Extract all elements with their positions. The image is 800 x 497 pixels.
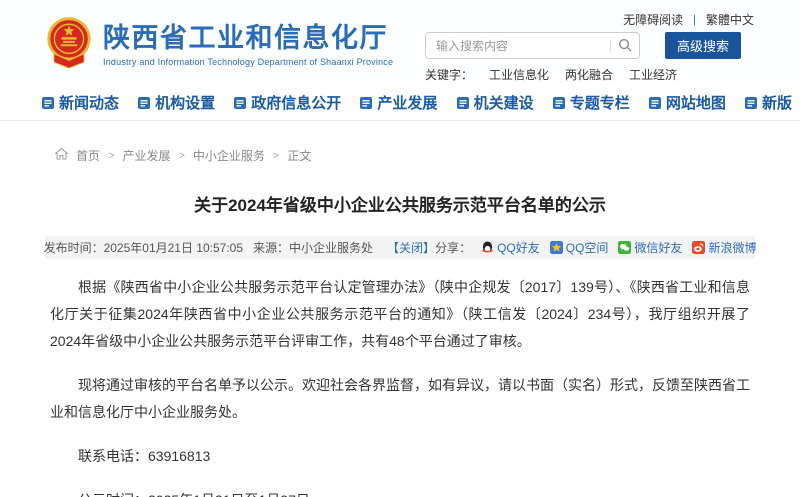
publish-time-label: 发布时间： [44,239,104,256]
nav-item-gov-info[interactable]: 政府信息公开 [234,92,341,113]
share-qzone[interactable]: QQ空间 [550,239,609,256]
accessibility-link[interactable]: 无障碍阅读 [623,11,683,28]
toplink-separator: | [693,14,696,26]
content-card: 首页 > 产业发展 > 中小企业服务 > 正文 关于2024年省级中小企业公共服… [30,129,770,497]
share-label: 分享： [435,239,471,256]
breadcrumb-separator: > [108,150,114,162]
share-qq-friends[interactable]: QQ好友 [481,239,540,256]
site-subtitle: Industry and Information Technology Depa… [103,57,393,67]
news-icon [42,97,54,109]
share-wechat[interactable]: 微信好友 [618,239,682,256]
nav-item-industry[interactable]: 产业发展 [360,92,437,113]
organization-icon [138,97,150,109]
share-label-text: 微信好友 [634,239,682,256]
gov-info-icon [234,97,246,109]
nav-item-organization[interactable]: 机构设置 [138,92,215,113]
nav-label: 机关建设 [474,92,534,113]
nav-item-newsite[interactable]: 新版 [745,92,792,113]
breadcrumb-current: 正文 [287,147,311,164]
article-paragraph-phone: 联系电话：63916813 [50,443,750,470]
top-utility-links: 无障碍阅读 | 繁體中文 [623,11,754,28]
article-title: 关于2024年省级中小企业公共服务示范平台名单的公示 [30,191,770,216]
source-value: 中小企业服务处 [289,239,373,256]
source-label: 来源： [253,239,289,256]
breadcrumb-separator: > [178,150,184,162]
nav-label: 网站地图 [666,92,726,113]
article-body: 根据《陕西省中小企业公共服务示范平台认定管理办法》（陕中企规发〔2017〕139… [30,274,770,497]
industry-icon [360,97,372,109]
advanced-search-button[interactable]: 高级搜索 [665,32,741,59]
nav-item-sitemap[interactable]: 网站地图 [649,92,726,113]
search-row: | 高级搜索 [425,32,741,59]
breadcrumb-sme-service[interactable]: 中小企业服务 [193,147,265,164]
national-emblem-icon [44,15,94,76]
newsite-icon [745,97,757,109]
page: 陕西省工业和信息化厅 Industry and Information Tech… [0,0,800,497]
nav-label: 专题专栏 [570,92,630,113]
search-keywords: 关键字： 工业信息化 两化融合 工业经济 [425,66,677,83]
publish-time-value: 2025年01月21日 10:57:05 [104,239,243,256]
qzone-icon [550,241,563,254]
share-label-text: QQ空间 [566,239,609,256]
article-meta-bar: 发布时间： 2025年01月21日 10:57:05 来源： 中小企业服务处 【… [45,236,755,259]
traditional-chinese-link[interactable]: 繁體中文 [706,11,754,28]
home-icon [55,148,68,163]
main-nav: 新闻动态 机构设置 政府信息公开 产业发展 机关建设 专题专栏 网站地图 新版 [0,85,800,121]
search-box: | [425,32,640,59]
nav-item-topics[interactable]: 专题专栏 [553,92,630,113]
keyword-link[interactable]: 工业经济 [629,66,677,83]
article-paragraph: 现将通过审核的平台名单予以公示。欢迎社会各界监督，如有异议，请以书面（实名）形式… [50,372,750,426]
nav-label: 新闻动态 [59,92,119,113]
search-divider: | [609,38,612,53]
topics-icon [553,97,565,109]
nav-label: 产业发展 [377,92,437,113]
nav-item-news[interactable]: 新闻动态 [42,92,119,113]
article-paragraph: 根据《陕西省中小企业公共服务示范平台认定管理办法》（陕中企规发〔2017〕139… [50,274,750,355]
agency-icon [457,97,469,109]
nav-label: 机构设置 [155,92,215,113]
breadcrumb-separator: > [273,150,279,162]
site-logo[interactable]: 陕西省工业和信息化厅 Industry and Information Tech… [44,15,393,76]
article-paragraph-period: 公示时间：2025年1月21日至1月27日。 [50,487,750,497]
breadcrumb-home[interactable]: 首页 [76,147,100,164]
weibo-icon [692,241,705,254]
nav-label: 新版 [762,92,792,113]
share-label-text: 新浪微博 [708,239,756,256]
site-header: 陕西省工业和信息化厅 Industry and Information Tech… [0,0,800,85]
qq-icon [481,241,494,254]
wechat-icon [618,241,631,254]
site-title: 陕西省工业和信息化厅 [103,24,393,54]
nav-item-agency[interactable]: 机关建设 [457,92,534,113]
keyword-link[interactable]: 工业信息化 [489,66,549,83]
share-label-text: QQ好友 [497,239,540,256]
breadcrumb: 首页 > 产业发展 > 中小企业服务 > 正文 [30,129,770,164]
sitemap-icon [649,97,661,109]
search-icon[interactable] [618,38,633,58]
breadcrumb-industry[interactable]: 产业发展 [122,147,170,164]
nav-label: 政府信息公开 [251,92,341,113]
keywords-label: 关键字： [425,66,473,83]
close-button[interactable]: 【关闭】 [387,239,435,256]
keyword-link[interactable]: 两化融合 [565,66,613,83]
share-weibo[interactable]: 新浪微博 [692,239,756,256]
